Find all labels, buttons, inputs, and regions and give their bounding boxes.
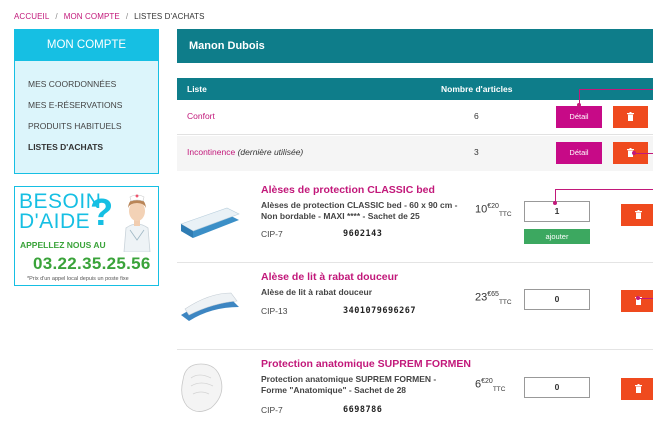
product-price: 10€20TTC xyxy=(475,203,512,218)
callout-dot xyxy=(632,151,636,155)
breadcrumb: ACCUEIL / MON COMPTE / LISTES D'ACHATS xyxy=(14,12,205,21)
price-integer: 10 xyxy=(475,203,488,216)
breadcrumb-separator: / xyxy=(55,12,58,21)
price-decimal: €20 xyxy=(481,378,493,385)
trash-icon xyxy=(635,384,642,393)
price-integer: 23 xyxy=(475,291,488,304)
product-image xyxy=(180,207,240,238)
breadcrumb-home-link[interactable]: ACCUEIL xyxy=(14,12,49,21)
list-row: Incontinence (dernière utilisée) 3 Détai… xyxy=(177,136,653,171)
price-decimal: €20 xyxy=(487,203,499,210)
help-call-label: APPELLEZ NOUS AU xyxy=(20,240,106,250)
list-article-count: 3 xyxy=(474,147,479,157)
product-row: Alèse de lit à rabat douceur Alèse de li… xyxy=(177,263,653,350)
quantity-input[interactable]: 0 xyxy=(524,377,590,398)
callout-line-quantity xyxy=(555,189,653,203)
product-price: 23€65TTC xyxy=(475,291,512,306)
breadcrumb-separator: / xyxy=(125,12,129,21)
sidebar-item-listes-achats[interactable]: LISTES D'ACHATS xyxy=(15,141,158,162)
delete-product-button[interactable] xyxy=(621,204,653,226)
delete-product-button[interactable] xyxy=(621,378,653,400)
product-description: Protection anatomique SUPREM FORMEN - Fo… xyxy=(261,374,437,395)
callout-line-delete-product xyxy=(638,298,653,299)
callout-dot xyxy=(636,296,640,300)
cip-label: CIP-7 xyxy=(261,229,283,239)
list-row: Confort 6 Détail xyxy=(177,100,653,135)
nurse-illustration xyxy=(123,194,151,252)
cip-label: CIP-13 xyxy=(261,306,288,316)
product-title-link[interactable]: Alèses de protection CLASSIC bed xyxy=(261,184,435,196)
product-image xyxy=(181,292,239,321)
help-note: *Prix d'un appel local depuis un poste f… xyxy=(27,276,129,282)
price-tax-label: TTC xyxy=(498,210,512,218)
quantity-input[interactable]: 0 xyxy=(524,289,590,310)
quantity-input[interactable]: 1 xyxy=(524,201,590,222)
product-image xyxy=(181,363,223,412)
delete-product-button[interactable] xyxy=(621,290,653,312)
list-article-count: 6 xyxy=(474,111,479,121)
product-price: 6€20TTC xyxy=(475,378,505,393)
detail-button[interactable]: Détail xyxy=(556,106,602,128)
help-phone-number[interactable]: 03.22.35.25.56 xyxy=(33,254,151,274)
list-name-text: Incontinence xyxy=(187,147,236,157)
price-tax-label: TTC xyxy=(498,298,512,306)
cip-code: 9602143 xyxy=(343,229,383,239)
detail-button[interactable]: Détail xyxy=(556,142,602,164)
product-title-link[interactable]: Protection anatomique SUPREM FORMEN xyxy=(261,358,471,370)
callout-line-delete-list xyxy=(634,153,653,154)
product-description: Alèses de protection CLASSIC bed - 60 x … xyxy=(261,200,458,221)
product-row: Protection anatomique SUPREM FORMEN Prot… xyxy=(177,350,653,425)
callout-dot xyxy=(553,201,557,205)
price-tax-label: TTC xyxy=(492,385,506,393)
help-banner[interactable]: BESOIN D'AIDE ? APPELLEZ NOUS AU 03.22.3… xyxy=(14,186,159,286)
callout-dot xyxy=(577,103,581,107)
sidebar-item-e-reservations[interactable]: MES E-RÉSERVATIONS xyxy=(15,99,158,120)
sidebar-item-coordonnees[interactable]: MES COORDONNÉES xyxy=(15,78,158,99)
sidebar-title: MON COMPTE xyxy=(14,29,159,67)
help-title-line1: BESOIN xyxy=(19,190,102,213)
trash-icon xyxy=(627,112,634,121)
sidebar-item-produits-habituels[interactable]: PRODUITS HABITUELS xyxy=(15,120,158,141)
product-title-link[interactable]: Alèse de lit à rabat douceur xyxy=(261,271,398,283)
lists-col-name: Liste xyxy=(187,84,207,94)
add-button[interactable]: ajouter xyxy=(524,229,590,244)
trash-icon xyxy=(635,210,642,219)
breadcrumb-account-link[interactable]: MON COMPTE xyxy=(64,12,120,21)
question-mark-icon: ? xyxy=(90,192,114,234)
list-name-link[interactable]: Incontinence (dernière utilisée) xyxy=(187,147,303,157)
cip-label: CIP-7 xyxy=(261,405,283,415)
account-name-header: Manon Dubois xyxy=(177,29,653,63)
help-title: BESOIN D'AIDE xyxy=(19,190,102,233)
help-title-line2: D'AIDE xyxy=(19,210,91,233)
list-last-used-note: (dernière utilisée) xyxy=(237,147,304,157)
cip-code: 6698786 xyxy=(343,405,383,415)
breadcrumb-current: LISTES D'ACHATS xyxy=(134,12,205,21)
price-decimal: €65 xyxy=(487,291,499,298)
product-description: Alèse de lit à rabat douceur xyxy=(261,287,373,297)
lists-col-count: Nombre d'articles xyxy=(441,84,513,94)
callout-line-detail xyxy=(579,89,653,105)
list-name-link[interactable]: Confort xyxy=(187,111,215,121)
cip-code: 3401079696267 xyxy=(343,306,417,316)
delete-list-button[interactable] xyxy=(613,106,648,128)
sidebar-menu: MES COORDONNÉES MES E-RÉSERVATIONS PRODU… xyxy=(14,61,159,174)
